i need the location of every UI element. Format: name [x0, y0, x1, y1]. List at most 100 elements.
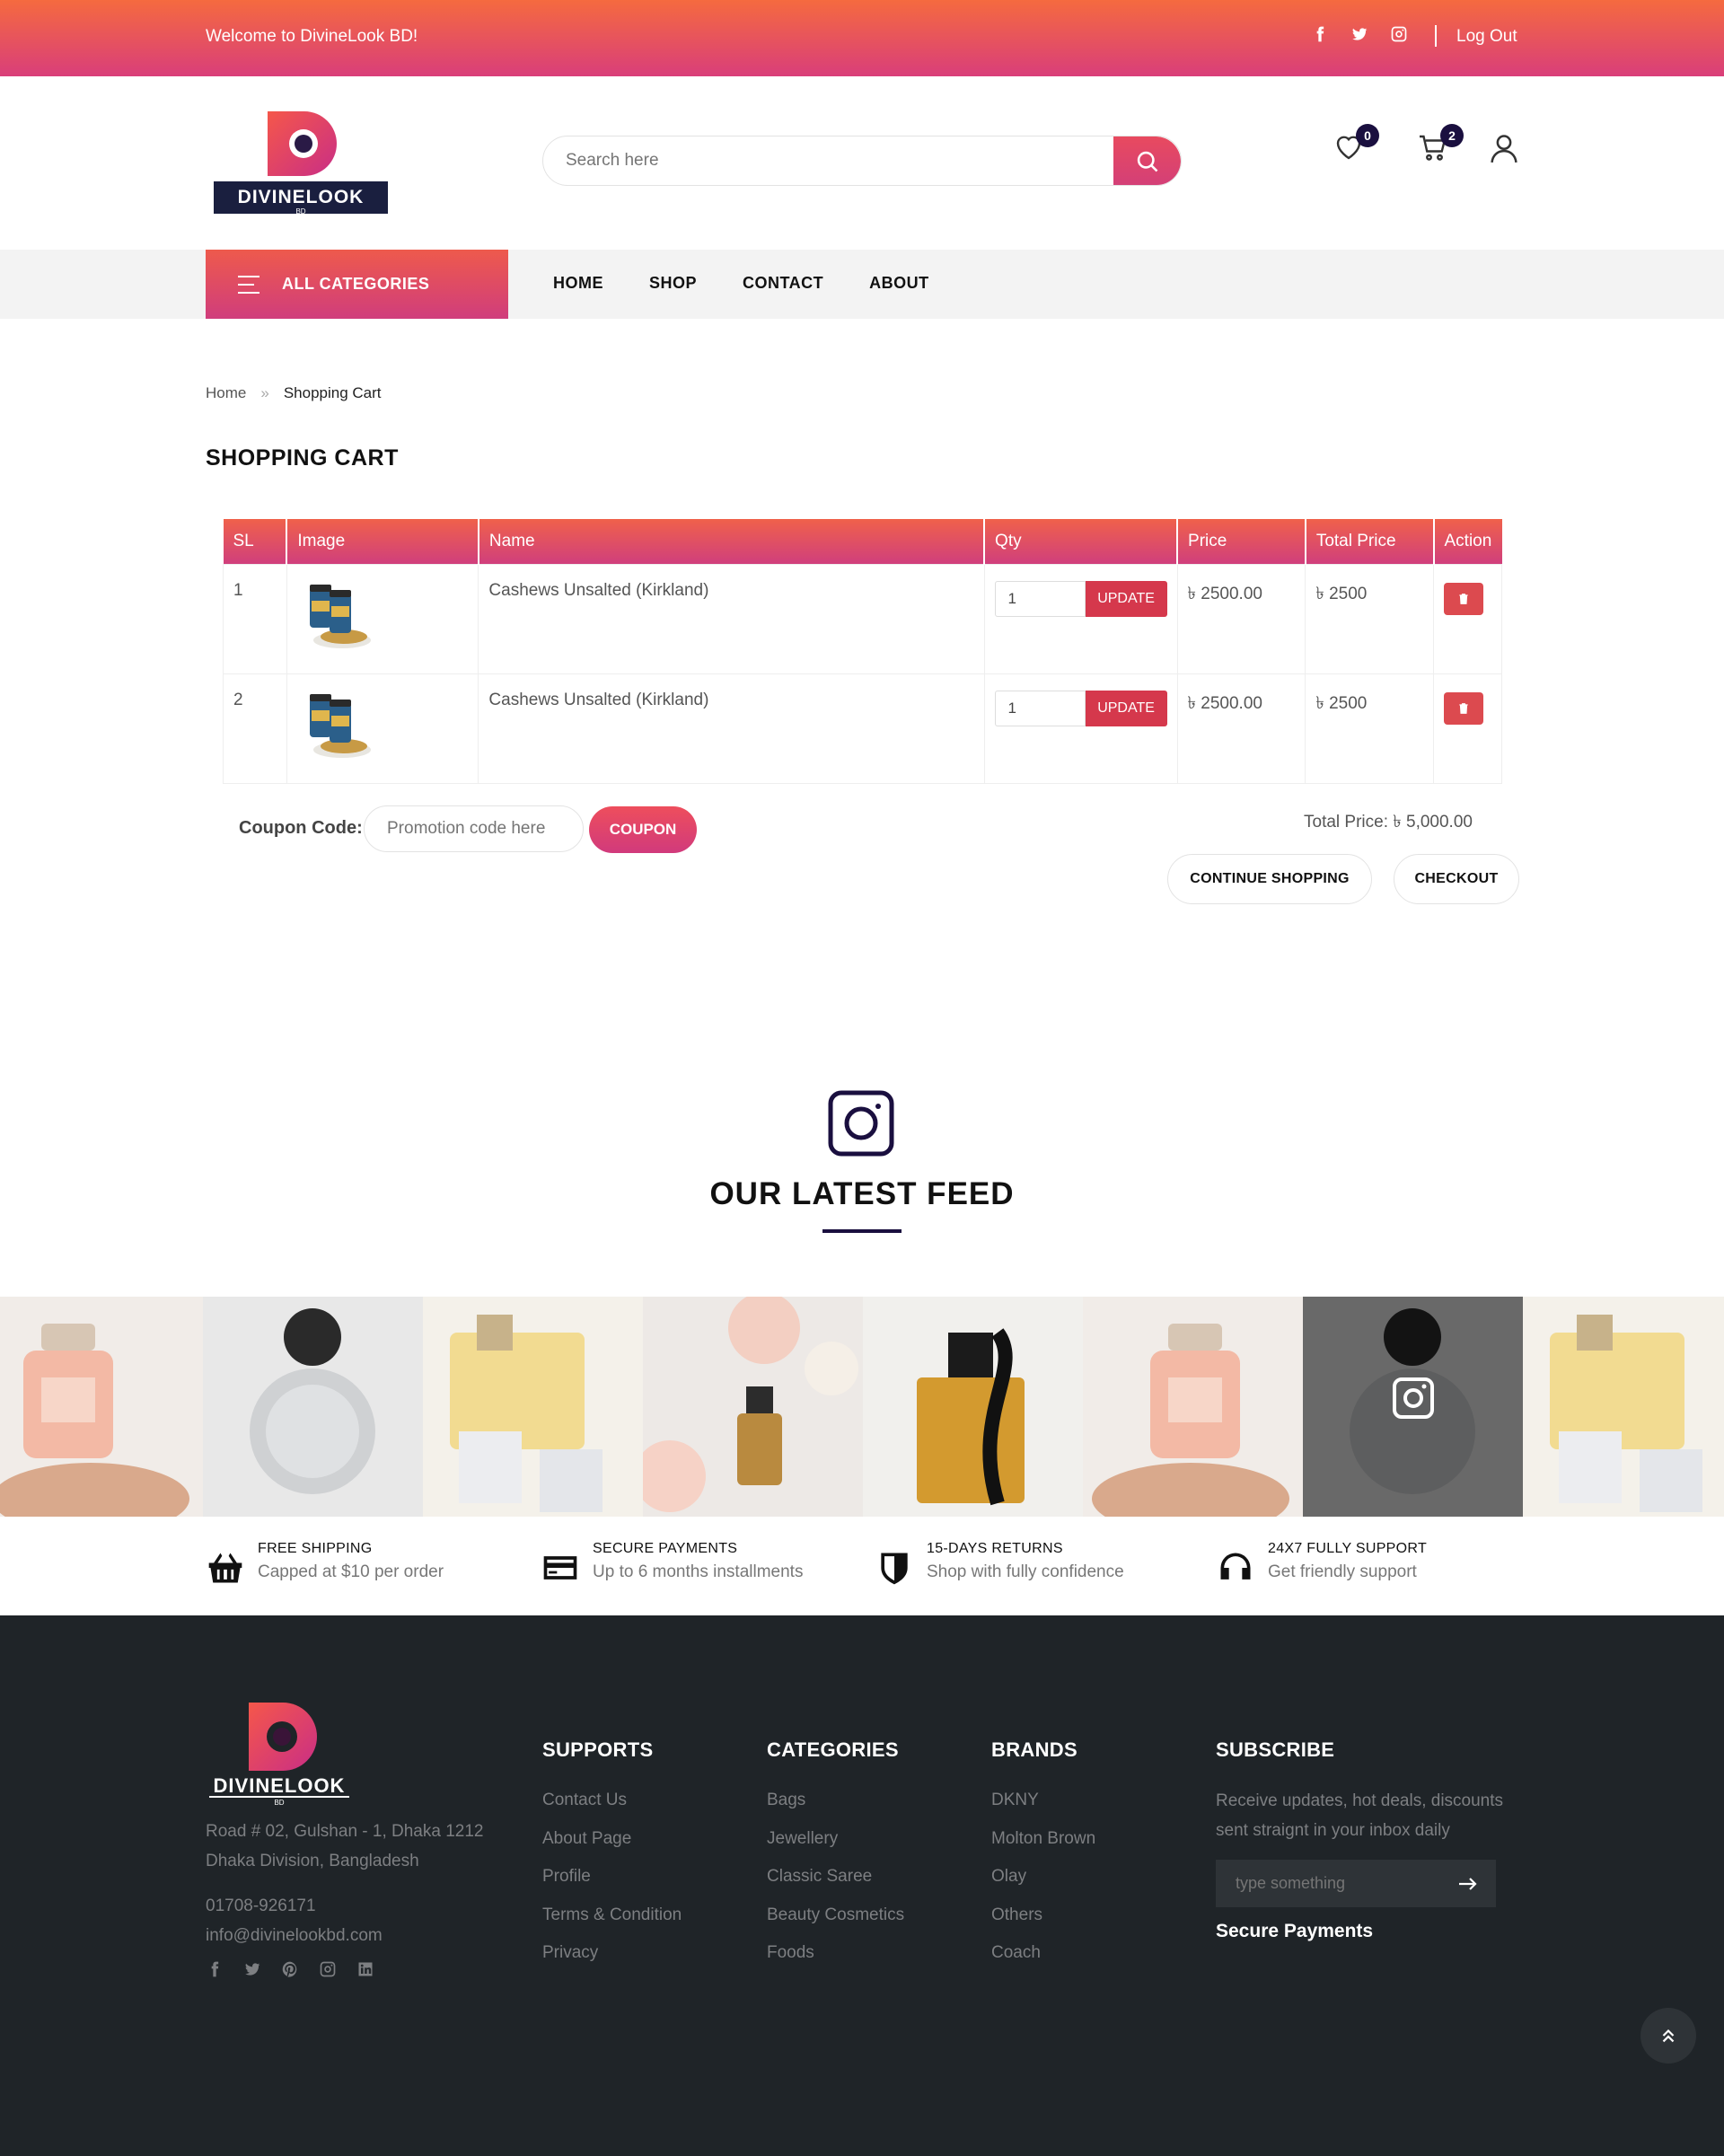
twitter-icon[interactable] [243, 1960, 261, 1978]
footer-link[interactable]: Foods [767, 1934, 904, 1973]
footer-link[interactable]: Contact Us [542, 1782, 682, 1820]
feed-image[interactable] [203, 1297, 423, 1517]
footer-link[interactable]: Molton Brown [991, 1820, 1095, 1859]
feed-image[interactable] [1083, 1297, 1303, 1517]
instagram-icon[interactable] [1390, 25, 1408, 43]
footer-column-title: CATEGORIES [767, 1738, 899, 1761]
footer-link[interactable]: Privacy [542, 1934, 682, 1973]
page-title: SHOPPING CART [206, 445, 399, 471]
footer-logo[interactable]: DIVINELOOK BD [206, 1701, 354, 1807]
quantity-stepper: UPDATE [994, 580, 1167, 617]
product-name[interactable]: Cashews Unsalted (Kirkland) [478, 563, 985, 674]
column-header: Name [478, 519, 986, 564]
delete-button[interactable] [1444, 582, 1483, 615]
footer-column-subscribe: SUBSCRIBE [1216, 1738, 1334, 1762]
feature-title: 24X7 FULLY SUPPORT [1268, 1541, 1428, 1556]
row-total: ৳ 2500 [1305, 673, 1434, 784]
continue-shopping-button[interactable]: CONTINUE SHOPPING [1167, 854, 1372, 904]
footer-link[interactable]: Profile [542, 1858, 682, 1896]
scroll-to-top-button[interactable] [1640, 2008, 1696, 2064]
address-line: Dhaka Division, Bangladesh [206, 1852, 419, 1870]
footer-link[interactable]: Terms & Condition [542, 1896, 682, 1935]
pinterest-icon[interactable] [281, 1960, 299, 1978]
product-image-cell [286, 563, 479, 674]
footer-link[interactable]: Coach [991, 1934, 1095, 1973]
arrow-right-icon[interactable] [1458, 1876, 1478, 1892]
product-image[interactable] [306, 581, 376, 651]
footer-phone[interactable]: 01708-926171 [206, 1891, 383, 1921]
facebook-icon[interactable] [1311, 25, 1329, 43]
instagram-icon[interactable] [319, 1960, 337, 1978]
quantity-stepper: UPDATE [994, 690, 1167, 726]
footer-address: Road # 02, Gulshan - 1, Dhaka 1212 Dhaka… [206, 1817, 483, 1876]
unit-price: ৳ 2500.00 [1176, 563, 1306, 674]
cart-table-header: SL Image Name Qty Price Total Price Acti… [223, 519, 1502, 564]
feature-item: 15-DAYS RETURNS Shop with fully confiden… [875, 1541, 1124, 1588]
checkout-button[interactable]: CHECKOUT [1394, 854, 1519, 904]
feed-image[interactable] [1523, 1297, 1724, 1517]
feed-image[interactable] [863, 1297, 1083, 1517]
cart-table: SL Image Name Qty Price Total Price Acti… [223, 519, 1502, 784]
footer-link[interactable]: Beauty Cosmetics [767, 1896, 904, 1935]
trash-icon [1459, 593, 1468, 604]
feed-image[interactable] [1303, 1297, 1523, 1517]
column-header: Price [1177, 519, 1306, 564]
table-row: 2 Cashews Unsalted (Kirkland) UPDATE [223, 673, 1502, 784]
nav-home[interactable]: HOME [553, 274, 603, 293]
feature-subtitle: Capped at $10 per order [258, 1562, 444, 1581]
footer-link[interactable]: Jewellery [767, 1820, 904, 1859]
footer-link[interactable]: Others [991, 1896, 1095, 1935]
top-social-links [1311, 25, 1408, 43]
coupon-input[interactable] [364, 805, 584, 852]
footer-column-title: SUBSCRIBE [1216, 1738, 1335, 1761]
feed-image[interactable] [423, 1297, 643, 1517]
search-button[interactable] [1113, 136, 1181, 185]
total-price: Total Price: ৳ 5,000.00 [1304, 813, 1473, 832]
brand-logo[interactable]: DIVINELOOK BD [212, 108, 390, 217]
update-button[interactable]: UPDATE [1085, 580, 1167, 617]
footer-link[interactable]: Bags [767, 1782, 904, 1820]
qty-cell: UPDATE [983, 563, 1178, 674]
footer-link[interactable]: Classic Saree [767, 1858, 904, 1896]
secure-payments-heading: Secure Payments [1216, 1921, 1374, 1941]
nav-shop[interactable]: SHOP [649, 274, 697, 293]
footer-link[interactable]: DKNY [991, 1782, 1095, 1820]
subscribe-description: Receive updates, hot deals, discounts se… [1216, 1791, 1504, 1840]
account-button[interactable] [1487, 131, 1523, 167]
shield-icon [881, 1553, 908, 1585]
product-name[interactable]: Cashews Unsalted (Kirkland) [478, 673, 985, 784]
update-button[interactable]: UPDATE [1085, 690, 1167, 726]
facebook-icon[interactable] [206, 1960, 224, 1978]
footer-column-title: SUPPORTS [542, 1738, 654, 1761]
logout-link[interactable]: Log Out [1456, 27, 1517, 47]
delete-button[interactable] [1444, 691, 1483, 725]
breadcrumb-home[interactable]: Home [206, 384, 246, 402]
quantity-input[interactable] [994, 580, 1086, 617]
coupon-button[interactable]: COUPON [589, 806, 697, 853]
footer-link[interactable]: About Page [542, 1820, 682, 1859]
nav-contact[interactable]: CONTACT [743, 274, 823, 293]
nav-about[interactable]: ABOUT [869, 274, 929, 293]
wishlist-button[interactable]: 0 [1333, 124, 1379, 167]
product-image[interactable] [306, 691, 376, 761]
footer-link[interactable]: Olay [991, 1858, 1095, 1896]
feed-image[interactable] [643, 1297, 863, 1517]
feed-image[interactable] [0, 1297, 203, 1517]
quantity-input[interactable] [994, 690, 1086, 726]
breadcrumb-current: Shopping Cart [283, 384, 382, 401]
search-input[interactable] [566, 151, 1069, 171]
subscribe-email-input[interactable] [1236, 1874, 1442, 1893]
linkedin-icon[interactable] [356, 1960, 374, 1978]
feature-title: 15-DAYS RETURNS [927, 1541, 1063, 1556]
action-cell [1433, 563, 1502, 674]
footer-social-links [206, 1960, 374, 1978]
cart-button[interactable]: 2 [1417, 124, 1464, 167]
row-sl: 2 [223, 673, 287, 784]
all-categories-button[interactable]: ALL CATEGORIES [206, 250, 508, 319]
cart-count-badge: 2 [1440, 124, 1464, 147]
twitter-icon[interactable] [1350, 25, 1368, 43]
column-header: Action [1433, 519, 1502, 564]
search-icon [1137, 151, 1157, 172]
instagram-feed [0, 1297, 1724, 1517]
footer-email[interactable]: info@divinelookbd.com [206, 1921, 383, 1950]
